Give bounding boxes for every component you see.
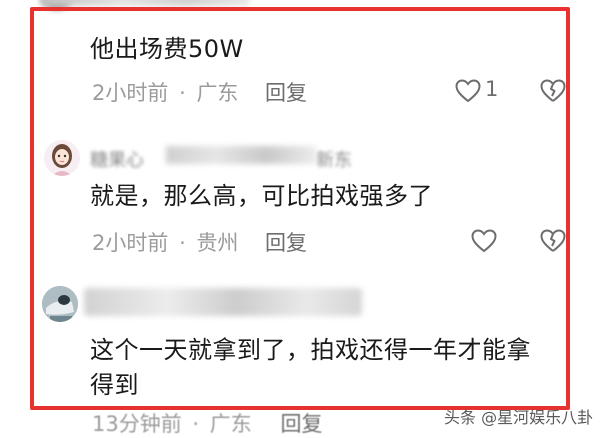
reply-button[interactable]: 回复 <box>265 77 307 107</box>
comment-meta: 2小时前 · 贵州 <box>92 227 238 257</box>
username-suffix: 新东 <box>316 150 352 171</box>
comment-meta: 2小时前 · 广东 <box>92 77 238 107</box>
comment-text: 他出场费50W <box>90 35 244 63</box>
meta-separator: · <box>192 412 200 436</box>
avatar[interactable] <box>42 286 78 322</box>
username[interactable]: 糖果心 新东 <box>88 140 356 171</box>
meta-separator: · <box>179 81 186 105</box>
comment-text-line-2: 得到 <box>90 371 139 399</box>
like-count: 1 <box>485 77 499 101</box>
comment-location: 广东 <box>209 412 252 436</box>
username-blurred <box>84 288 362 316</box>
comment-location: 广东 <box>196 81 239 105</box>
comment-time: 2小时前 <box>92 231 169 255</box>
comment-time: 2小时前 <box>92 81 169 105</box>
avatar[interactable] <box>44 140 80 176</box>
broken-heart-icon[interactable] <box>540 79 566 103</box>
reply-button[interactable]: 回复 <box>280 412 322 436</box>
username-partial <box>40 0 250 6</box>
comment-time: 13分钟前 <box>92 412 182 436</box>
watermark: 头条 @星河娱乐八卦 <box>444 408 594 427</box>
username-text: 糖果心 <box>90 150 144 171</box>
comment-text: 就是，那么高，可比拍戏强多了 <box>90 182 433 210</box>
comment-location: 贵州 <box>196 231 239 255</box>
meta-separator: · <box>179 231 186 255</box>
comment-text-line-1: 这个一天就拿到了，拍戏还得一年才能拿 <box>90 336 531 364</box>
heart-icon[interactable] <box>471 229 497 253</box>
username-blur-bar <box>166 146 316 164</box>
heart-icon[interactable] <box>455 79 481 103</box>
reply-button[interactable]: 回复 <box>265 227 307 257</box>
broken-heart-icon[interactable] <box>540 229 566 253</box>
